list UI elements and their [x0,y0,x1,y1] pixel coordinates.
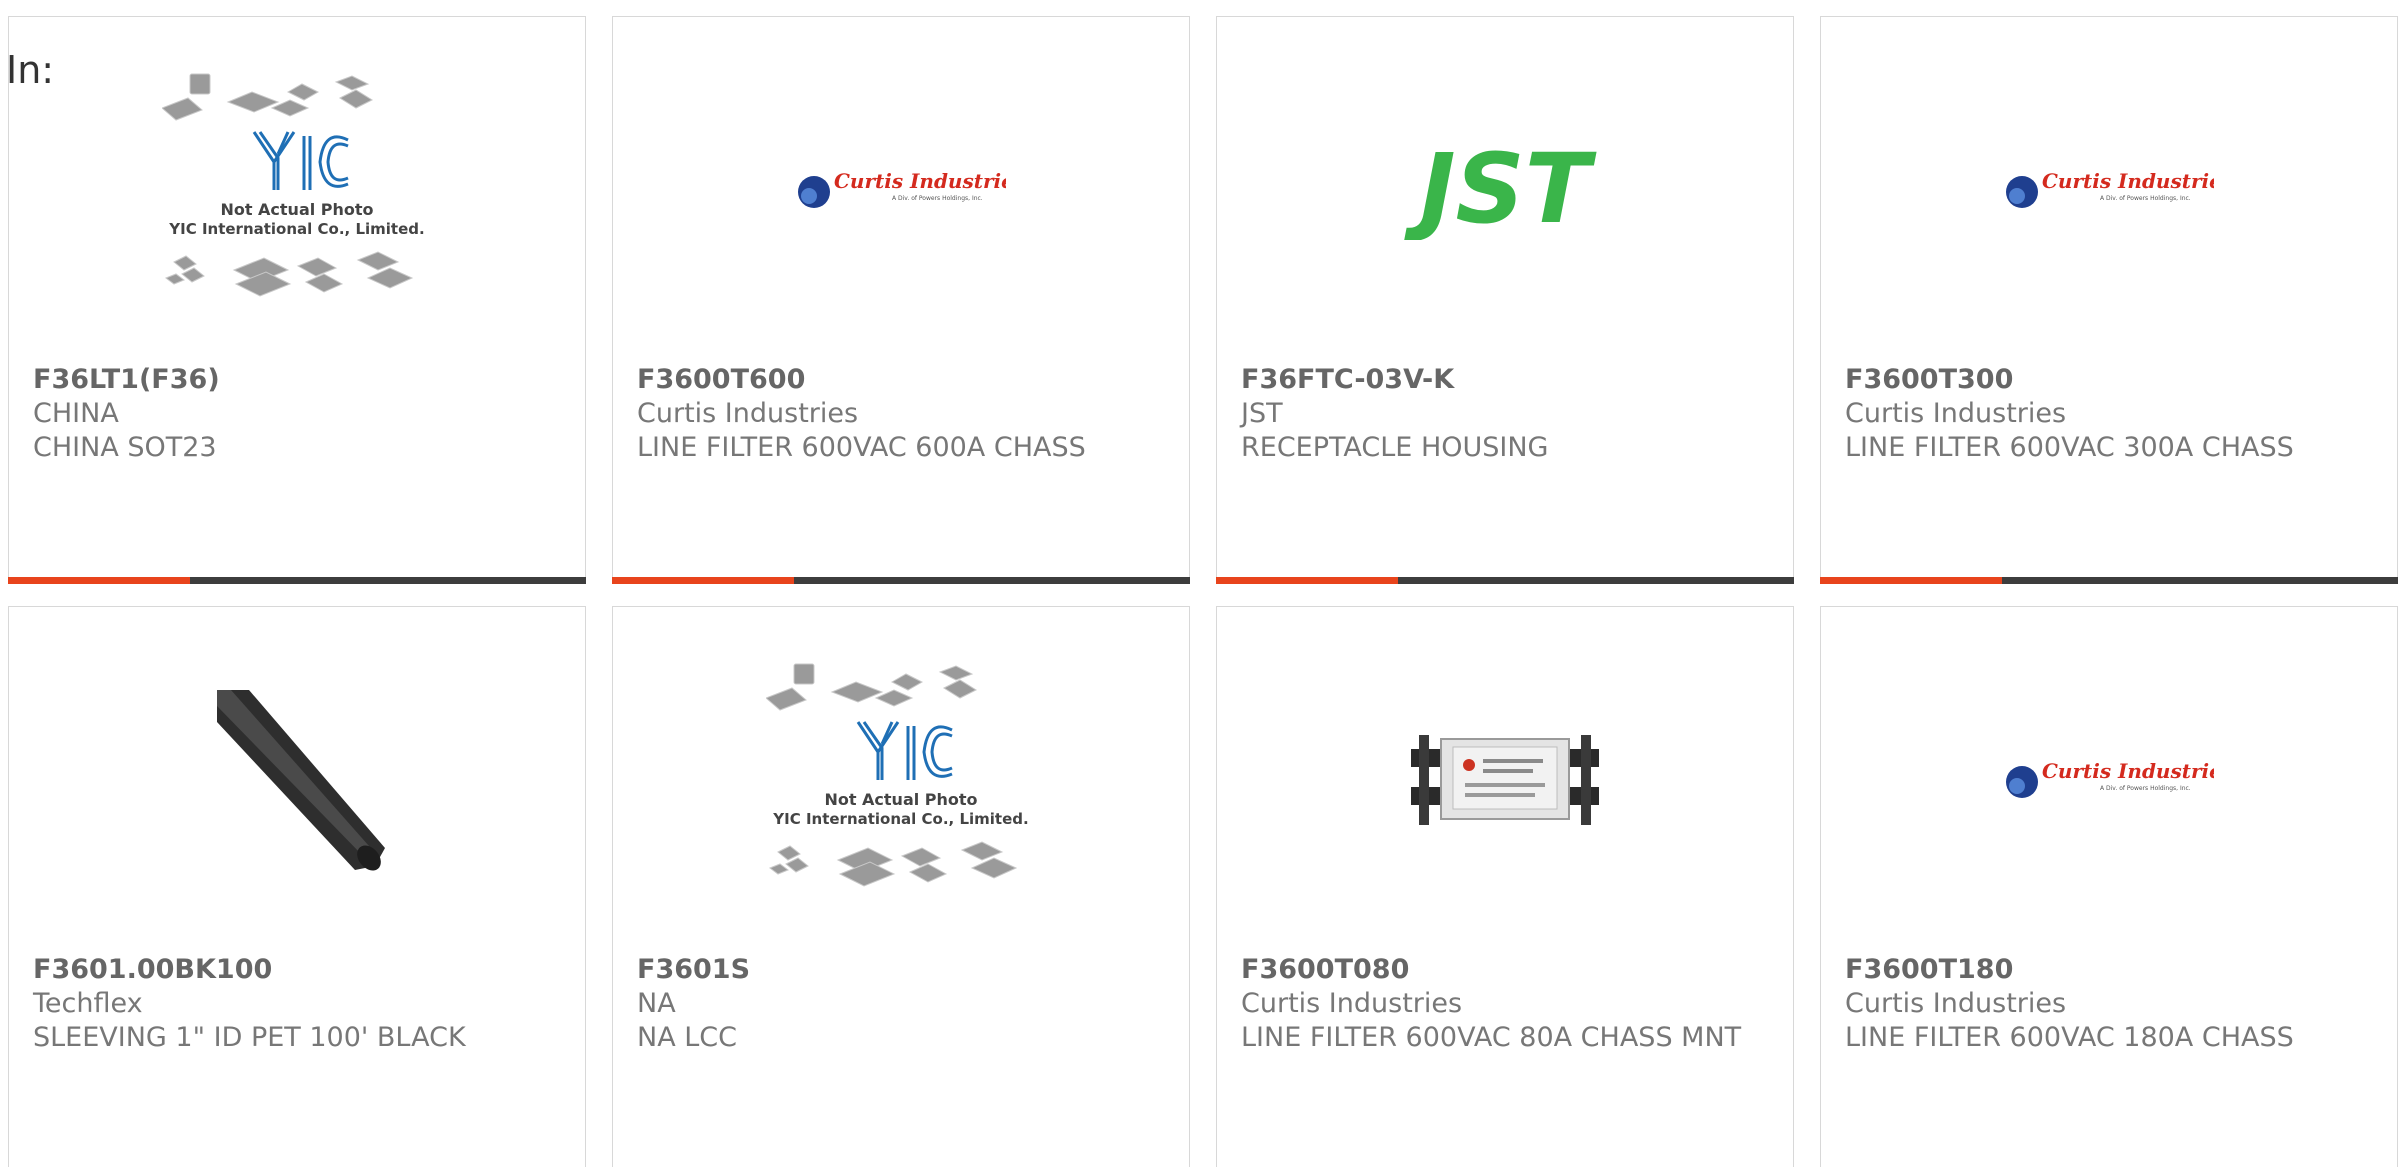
curtis-industries-logo-icon: Curtis Industries A Div. of Powers Holdi… [2006,759,2214,798]
product-image: Curtis Industries A Div. of Powers Holdi… [1821,17,2397,362]
part-number-link[interactable]: F3601S [637,953,1165,987]
product-description: RECEPTACLE HOUSING [1241,432,1549,463]
product-info: F3600T180 Curtis Industries LINE FILTER … [1845,953,2373,1055]
manufacturer-name: NA [637,988,676,1019]
product-description: LINE FILTER 600VAC 180A CHASS [1845,1022,2294,1053]
product-grid-page: In: Not Actual Photo YIC International C… [0,0,2400,1167]
svg-text:A Div. of Powers Holdings, Inc: A Div. of Powers Holdings, Inc. [892,195,983,202]
yic-placeholder-icon: Not Actual Photo YIC International Co., … [766,663,1029,887]
svg-text:JST: JST [1404,140,1597,240]
card-accent-bar [8,577,190,584]
product-card[interactable]: Curtis Industries A Div. of Powers Holdi… [1820,16,2398,584]
manufacturer-name: JST [1241,398,1283,429]
yic-image-text-2: YIC International Co., Limited. [168,220,424,238]
svg-text:A Div. of Powers Holdings, Inc: A Div. of Powers Holdings, Inc. [2100,785,2191,792]
product-info: F36LT1(F36) CHINA CHINA SOT23 [33,363,561,465]
product-description: NA LCC [637,1022,737,1053]
yic-image-text-1: Not Actual Photo [824,790,977,809]
product-card[interactable]: JST F36FTC-03V-K JST RECEPTACLE HOUSING [1216,16,1794,584]
svg-text:Curtis Industries: Curtis Industries [2042,169,2214,193]
product-card[interactable]: Curtis Industries A Div. of Powers Holdi… [1820,606,2398,1167]
yic-placeholder-icon: Not Actual Photo YIC International Co., … [162,73,425,297]
yic-image-text-2: YIC International Co., Limited. [772,810,1028,828]
manufacturer-name: Curtis Industries [1845,398,2067,429]
part-number-link[interactable]: F3600T600 [637,363,1165,397]
curtis-industries-logo-icon: Curtis Industries A Div. of Powers Holdi… [2006,169,2214,208]
product-info: F3601S NA NA LCC [637,953,1165,1055]
part-number-link[interactable]: F3601.00BK100 [33,953,561,987]
product-description: LINE FILTER 600VAC 600A CHASS [637,432,1086,463]
card-accent-bar [1820,577,2002,584]
card-bottom-bar [1216,577,1794,584]
product-info: F3600T600 Curtis Industries LINE FILTER … [637,363,1165,465]
product-description: LINE FILTER 600VAC 300A CHASS [1845,432,2294,463]
product-card[interactable]: F3601.00BK100 Techflex SLEEVING 1" ID PE… [8,606,586,1167]
product-image: Not Actual Photo YIC International Co., … [9,17,585,362]
part-number-link[interactable]: F3600T300 [1845,363,2373,397]
part-number-link[interactable]: F36LT1(F36) [33,363,561,397]
filter-in-label: In: [6,48,55,92]
manufacturer-name: Curtis Industries [1241,988,1463,1019]
product-image: Not Actual Photo YIC International Co., … [613,607,1189,952]
yic-image-text-1: Not Actual Photo [220,200,373,219]
manufacturer-name: CHINA [33,398,119,429]
manufacturer-name: Curtis Industries [637,398,859,429]
product-info: F3600T080 Curtis Industries LINE FILTER … [1241,953,1769,1055]
product-image: Curtis Industries A Div. of Powers Holdi… [613,17,1189,362]
manufacturer-name: Techflex [33,988,143,1019]
product-card[interactable]: F3600T080 Curtis Industries LINE FILTER … [1216,606,1794,1167]
part-number-link[interactable]: F3600T080 [1241,953,1769,987]
product-description: SLEEVING 1" ID PET 100' BLACK [33,1022,466,1053]
svg-text:Curtis Industries: Curtis Industries [2042,759,2214,783]
card-bottom-bar [8,577,586,584]
product-info: F3601.00BK100 Techflex SLEEVING 1" ID PE… [33,953,561,1055]
svg-text:Curtis Industries: Curtis Industries [834,169,1006,193]
product-card[interactable]: Not Actual Photo YIC International Co., … [8,16,586,584]
card-accent-bar [1216,577,1398,584]
card-bottom-bar [1820,577,2398,584]
card-accent-bar [612,577,794,584]
product-image: Curtis Industries A Div. of Powers Holdi… [1821,607,2397,952]
product-image [9,607,585,952]
curtis-industries-logo-icon: Curtis Industries A Div. of Powers Holdi… [798,169,1006,208]
part-number-link[interactable]: F3600T180 [1845,953,2373,987]
card-bottom-bar [612,577,1190,584]
product-info: F36FTC-03V-K JST RECEPTACLE HOUSING [1241,363,1769,465]
black-sleeving-photo-icon [217,689,385,871]
product-image [1217,607,1793,952]
jst-logo-icon: JST [1404,140,1597,240]
manufacturer-name: Curtis Industries [1845,988,2067,1019]
line-filter-photo-icon [1411,734,1599,825]
product-description: LINE FILTER 600VAC 80A CHASS MNT [1241,1022,1742,1053]
part-number-link[interactable]: F36FTC-03V-K [1241,363,1769,397]
product-card[interactable]: Curtis Industries A Div. of Powers Holdi… [612,16,1190,584]
product-image: JST [1217,17,1793,362]
product-info: F3600T300 Curtis Industries LINE FILTER … [1845,363,2373,465]
svg-text:A Div. of Powers Holdings, Inc: A Div. of Powers Holdings, Inc. [2100,195,2191,202]
product-description: CHINA SOT23 [33,432,217,463]
product-card[interactable]: Not Actual Photo YIC International Co., … [612,606,1190,1167]
